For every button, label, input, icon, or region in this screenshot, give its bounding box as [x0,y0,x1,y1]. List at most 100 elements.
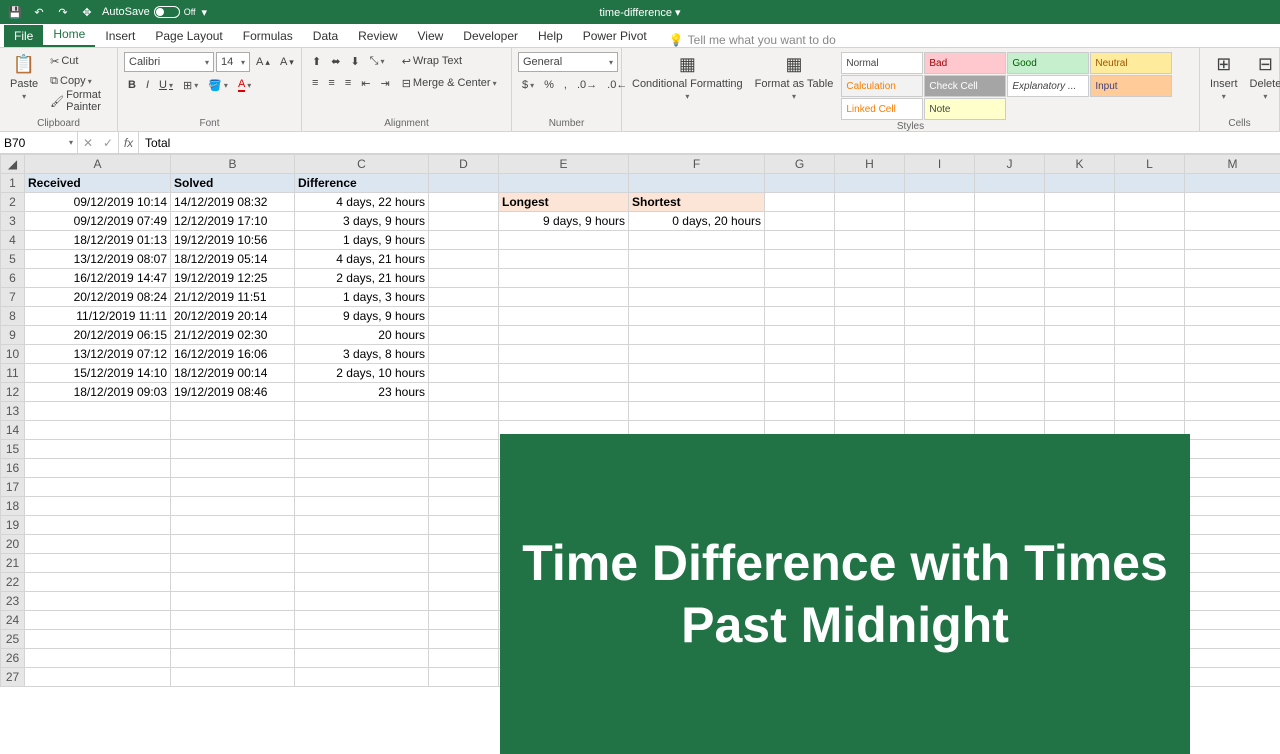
cell-styles-gallery[interactable]: Normal Bad Good Neutral Calculation Chec… [841,52,1172,120]
cut-button[interactable]: ✂Cut [46,52,111,70]
cell[interactable] [1185,174,1280,193]
cell[interactable] [975,174,1045,193]
col-header[interactable]: M [1185,155,1280,174]
cell[interactable] [429,193,499,212]
cell[interactable] [429,402,499,421]
cell[interactable] [429,630,499,649]
increase-indent-icon[interactable]: ⇥ [376,74,393,92]
cell[interactable]: 18/12/2019 01:13 [25,231,171,250]
cell[interactable] [499,288,629,307]
style-neutral[interactable]: Neutral [1090,52,1172,74]
fx-icon[interactable]: fx [119,132,139,153]
cell[interactable]: 2 days, 21 hours [295,269,429,288]
tab-view[interactable]: View [408,25,454,47]
cell[interactable] [429,668,499,687]
col-header[interactable]: H [835,155,905,174]
cell-longest-value[interactable]: 9 days, 9 hours [499,212,629,231]
cell[interactable] [765,231,835,250]
col-header[interactable]: L [1115,155,1185,174]
cell[interactable] [1115,402,1185,421]
cell[interactable]: 4 days, 21 hours [295,250,429,269]
cell[interactable] [295,668,429,687]
format-painter-button[interactable]: 🖌Format Painter [46,92,111,110]
cell[interactable] [1045,250,1115,269]
cell[interactable] [629,326,765,345]
cell[interactable] [1115,174,1185,193]
col-header[interactable]: D [429,155,499,174]
cell[interactable] [171,478,295,497]
cell[interactable] [905,364,975,383]
col-header[interactable]: B [171,155,295,174]
touch-mode-icon[interactable]: ✥ [78,3,96,21]
align-right-icon[interactable]: ≡ [341,74,355,92]
cell[interactable] [765,345,835,364]
cell[interactable] [171,516,295,535]
cell[interactable] [295,649,429,668]
merge-center-button[interactable]: ⊟Merge & Center ▾ [398,74,501,92]
cell[interactable] [629,307,765,326]
format-as-table-button[interactable]: ▦ Format as Table▾ [751,52,838,101]
cell[interactable] [25,592,171,611]
cell[interactable]: 09/12/2019 07:49 [25,212,171,231]
cell[interactable] [1115,231,1185,250]
cell[interactable] [835,250,905,269]
cell[interactable] [1185,554,1280,573]
row-header[interactable]: 22 [1,573,25,592]
select-all-corner[interactable]: ◢ [1,155,25,174]
cell[interactable] [171,573,295,592]
cell[interactable]: 12/12/2019 17:10 [171,212,295,231]
redo-icon[interactable]: ↷ [54,3,72,21]
cell[interactable] [1185,345,1280,364]
style-bad[interactable]: Bad [924,52,1006,74]
cell-longest-label[interactable]: Longest [499,193,629,212]
underline-button[interactable]: U ▾ [155,76,177,94]
cell[interactable] [429,459,499,478]
cell[interactable] [25,535,171,554]
cell[interactable] [1185,250,1280,269]
cell[interactable] [429,383,499,402]
cell[interactable] [429,174,499,193]
cell[interactable] [765,326,835,345]
copy-button[interactable]: ⧉Copy ▾ [46,72,111,90]
cell[interactable] [1045,383,1115,402]
cell[interactable] [25,611,171,630]
cell[interactable] [429,554,499,573]
cell[interactable]: 21/12/2019 11:51 [171,288,295,307]
cell[interactable] [1115,326,1185,345]
row-header[interactable]: 12 [1,383,25,402]
col-header[interactable]: I [905,155,975,174]
cell[interactable] [295,630,429,649]
cell[interactable]: 18/12/2019 00:14 [171,364,295,383]
wrap-text-button[interactable]: ↩Wrap Text [398,52,501,70]
delete-cells-button[interactable]: ⊟Delete▾ [1246,52,1280,101]
cell[interactable]: 15/12/2019 14:10 [25,364,171,383]
row-header[interactable]: 16 [1,459,25,478]
cell[interactable]: 1 days, 9 hours [295,231,429,250]
cell[interactable] [171,421,295,440]
cell[interactable] [499,250,629,269]
style-calculation[interactable]: Calculation [841,75,923,97]
cell[interactable] [25,459,171,478]
cell[interactable] [835,174,905,193]
cell[interactable]: 1 days, 3 hours [295,288,429,307]
cell[interactable] [1185,611,1280,630]
cell[interactable] [629,288,765,307]
cell[interactable]: 19/12/2019 12:25 [171,269,295,288]
row-header[interactable]: 6 [1,269,25,288]
cell[interactable] [835,288,905,307]
cell[interactable] [1045,402,1115,421]
cell[interactable] [629,174,765,193]
cell[interactable]: 13/12/2019 08:07 [25,250,171,269]
cell[interactable] [835,212,905,231]
cell[interactable] [1045,345,1115,364]
number-format-combo[interactable]: General▾ [518,52,618,72]
orientation-icon[interactable]: ⤡▾ [366,52,389,70]
cell[interactable] [295,421,429,440]
cell[interactable]: 21/12/2019 02:30 [171,326,295,345]
cell[interactable] [975,402,1045,421]
cell[interactable] [765,307,835,326]
cell[interactable] [429,611,499,630]
cell[interactable] [975,231,1045,250]
cell[interactable] [1185,630,1280,649]
cell[interactable] [835,193,905,212]
